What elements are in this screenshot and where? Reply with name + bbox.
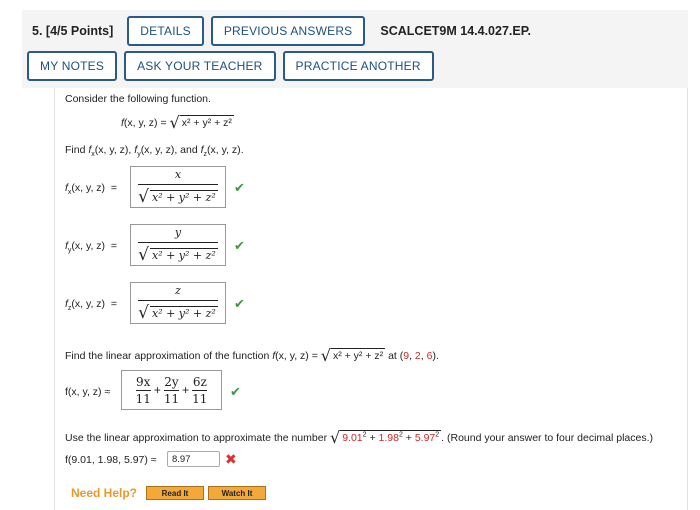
and-word: and xyxy=(180,144,198,156)
sqrt-icon: √ xyxy=(169,113,180,132)
linear-answer-box[interactable]: 9x 11 + 2y 11 + 6z 11 xyxy=(121,370,222,410)
intro-text: Consider the following function. xyxy=(65,93,211,105)
fy-label: fy(x, y, z) = xyxy=(65,240,118,255)
problem-code: SCALCET9M 14.4.027.EP. xyxy=(380,24,531,38)
term-3-den: 11 xyxy=(192,389,208,406)
approx-incorrect-x-icon: ✖ xyxy=(225,451,237,467)
fx-denominator: √ x² + y² + z² xyxy=(138,183,218,207)
need-help-label: Need Help? xyxy=(71,486,138,500)
watch-it-button[interactable]: Watch It xyxy=(208,486,266,500)
linear-correct-check-icon: ✔ xyxy=(230,384,241,399)
fz-denominator: √ x² + y² + z² xyxy=(138,299,218,323)
sqrt-icon: √ xyxy=(138,244,149,265)
points-label: [4/5 Points] xyxy=(45,24,114,38)
term-6z-11: 6z 11 xyxy=(192,374,208,406)
fy-answer-box[interactable]: y √ x² + y² + z² xyxy=(130,224,226,266)
fx-radicand: x² + y² + z² xyxy=(149,189,218,204)
linear-approx-prompt: Find the linear approximation of the fun… xyxy=(65,346,439,365)
fz-numerator: z xyxy=(175,283,181,297)
point-z: 6 xyxy=(426,350,433,362)
approx-note: . (Round your answer to four decimal pla… xyxy=(441,432,654,444)
my-notes-button[interactable]: MY NOTES xyxy=(27,51,118,81)
previous-answers-button[interactable]: PREVIOUS ANSWERS xyxy=(210,16,366,46)
fz-label: fz(x, y, z) = xyxy=(65,298,118,313)
ask-teacher-button[interactable]: ASK YOUR TEACHER xyxy=(124,51,276,81)
find-partials-text: Find fx(x, y, z), fy(x, y, z), and fz(x,… xyxy=(65,144,244,159)
approx-value-2: 1.98 xyxy=(378,432,399,444)
fx-fraction: x √ x² + y² + z² xyxy=(138,168,218,207)
term-2y-11: 2y 11 xyxy=(163,374,180,406)
fx-correct-check-icon: ✔ xyxy=(234,180,245,195)
sqrt-icon: √ xyxy=(138,186,149,207)
approx-radicand: 9.012 + 1.982 + 5.972 xyxy=(340,430,442,444)
function-radicand: x² + y² + z² xyxy=(179,115,234,129)
fy-numerator: y xyxy=(174,225,182,239)
question-content: Consider the following function. f(x, y,… xyxy=(54,88,688,510)
fx-args: (x, y, z) xyxy=(94,144,129,156)
linear-lhs: f(x, y, z) ≈ xyxy=(65,386,111,398)
read-it-button[interactable]: Read It xyxy=(146,486,204,500)
fy-args: (x, y, z) xyxy=(140,144,175,156)
function-definition: f(x, y, z) = √ x² + y² + z² xyxy=(121,113,234,132)
fx-answer-box[interactable]: x √ x² + y² + z² xyxy=(130,166,226,208)
approx-value-1: 9.01 xyxy=(342,432,363,444)
plus-sign: + xyxy=(153,383,161,397)
fz-radicand: x² + y² + z² xyxy=(149,305,218,320)
fz-args: (x, y, z) xyxy=(207,144,241,156)
linear-prompt-text: Find the linear approximation of the fun… xyxy=(65,350,270,362)
question-number-label: 5. xyxy=(32,24,43,38)
term-1-den: 11 xyxy=(135,389,151,406)
approx-prompt-text: Use the linear approximation to approxim… xyxy=(65,432,328,444)
fy-denominator: √ x² + y² + z² xyxy=(138,241,218,265)
details-button[interactable]: DETAILS xyxy=(127,16,204,46)
sqrt-icon: √ xyxy=(329,428,341,447)
question-number: 5. [4/5 Points] xyxy=(32,24,113,38)
approx-value-3: 5.97 xyxy=(414,432,436,444)
find-word: Find xyxy=(65,144,86,156)
fz-correct-check-icon: ✔ xyxy=(234,296,245,311)
fz-fraction: z √ x² + y² + z² xyxy=(138,284,218,323)
plus-sign: + xyxy=(182,383,190,397)
term-3-num: 6z xyxy=(192,374,207,389)
linear-function-lhs: f(x, y, z) = xyxy=(272,350,318,362)
sqrt-icon: √ xyxy=(138,302,149,323)
point-x: 9 xyxy=(403,350,410,362)
header-row-2: MY NOTES ASK YOUR TEACHER PRACTICE ANOTH… xyxy=(27,51,441,81)
approx-lhs: f(9.01, 1.98, 5.97) ≈ xyxy=(65,454,157,466)
fy-fraction: y √ x² + y² + z² xyxy=(138,226,218,265)
practice-another-button[interactable]: PRACTICE ANOTHER xyxy=(282,51,434,81)
term-9x-11: 9x 11 xyxy=(135,374,151,406)
fy-radicand: x² + y² + z² xyxy=(149,247,218,262)
fz-answer-box[interactable]: z √ x² + y² + z² xyxy=(130,282,226,324)
sqrt-icon: √ xyxy=(320,346,331,365)
function-lhs: f(x, y, z) = xyxy=(121,117,167,129)
term-2-num: 2y xyxy=(164,374,179,389)
term-2-den: 11 xyxy=(163,389,180,406)
question-header: 5. [4/5 Points] DETAILS PREVIOUS ANSWERS… xyxy=(22,10,688,88)
fy-correct-check-icon: ✔ xyxy=(234,238,245,253)
approx-prompt: Use the linear approximation to approxim… xyxy=(65,428,653,447)
fx-label: fx(x, y, z) = xyxy=(65,182,118,197)
linear-radicand: x² + y² + z² xyxy=(330,348,386,362)
approx-answer-input[interactable] xyxy=(167,451,220,467)
point-prefix: at ( xyxy=(388,350,404,362)
fx-numerator: x xyxy=(174,167,182,181)
header-row-1: 5. [4/5 Points] DETAILS PREVIOUS ANSWERS… xyxy=(32,16,531,46)
term-1-num: 9x xyxy=(136,374,151,389)
point-y: 2 xyxy=(414,350,421,362)
